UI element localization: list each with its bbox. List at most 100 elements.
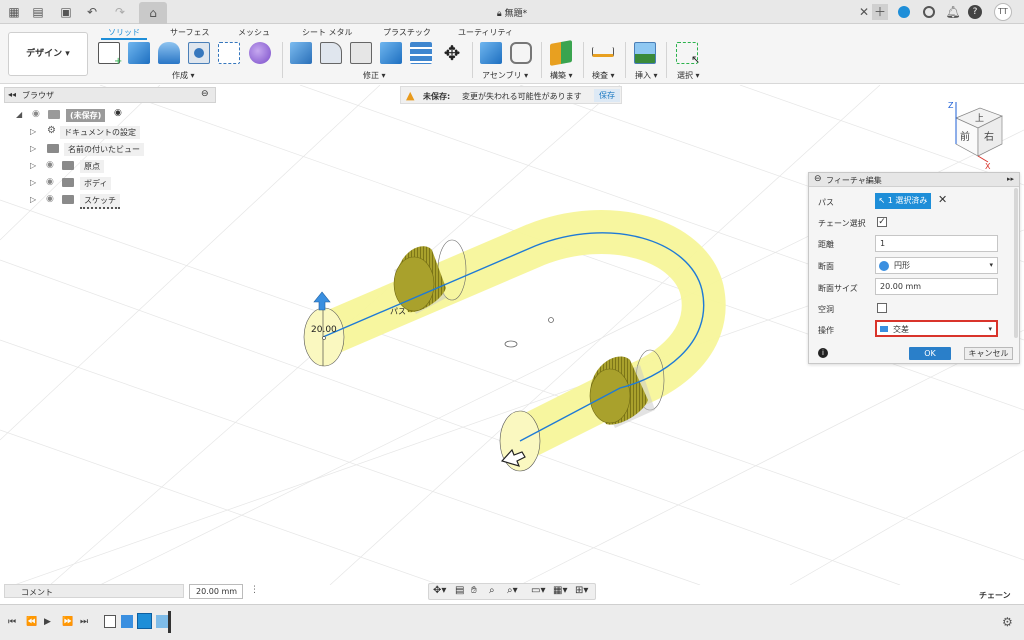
tab-plastic[interactable]: プラスチック: [383, 27, 431, 38]
dialog-header[interactable]: ⊖ フィーチャ編集 ▸▸: [809, 173, 1019, 187]
press-pull-icon[interactable]: [290, 42, 312, 64]
dialog-expand-icon[interactable]: ▸▸: [1007, 175, 1014, 183]
timeline-marker[interactable]: [168, 611, 171, 633]
distance-input[interactable]: 1: [875, 235, 998, 252]
browser-item-named-views[interactable]: ▷ 名前の付いたビュー: [30, 142, 230, 156]
warning-save-button[interactable]: 保存: [594, 89, 620, 102]
move-copy-icon[interactable]: ✥: [441, 42, 463, 64]
create-form-icon[interactable]: [249, 42, 271, 64]
tab-mesh[interactable]: メッシュ: [238, 27, 270, 38]
split-body-icon[interactable]: [410, 42, 432, 64]
select-group-label[interactable]: 選択 ▾: [677, 70, 700, 81]
visibility-eye-icon[interactable]: ◉: [32, 109, 44, 119]
expand-root-icon[interactable]: ◢: [16, 110, 22, 119]
ok-button[interactable]: OK: [909, 347, 951, 360]
insert-group-label[interactable]: 挿入 ▾: [635, 70, 658, 81]
tab-surface[interactable]: サーフェス: [170, 27, 210, 38]
help-icon[interactable]: ?: [968, 5, 982, 19]
expand-icon[interactable]: ▷: [30, 195, 36, 204]
clear-selection-icon[interactable]: ✕: [938, 193, 947, 206]
dimension-label[interactable]: 20.00: [311, 325, 337, 335]
orbit-icon[interactable]: ✥▾: [433, 585, 446, 596]
timeline-play-icon[interactable]: ▶: [44, 617, 51, 627]
extrude-icon[interactable]: [128, 42, 150, 64]
modify-group-label[interactable]: 修正 ▾: [363, 70, 386, 81]
origin-point-marker[interactable]: [548, 317, 554, 323]
tab-solid[interactable]: ソリッド: [108, 27, 140, 38]
timeline-next-icon[interactable]: ⏩: [62, 617, 73, 627]
timeline-intersect-feature-icon[interactable]: [156, 615, 168, 628]
revolve-icon[interactable]: [158, 42, 180, 64]
pipe-body[interactable]: [303, 210, 726, 472]
browser-item-origin[interactable]: ▷ ◉ 原点: [30, 159, 230, 173]
path-selection-button[interactable]: ↖ 1 選択済み: [875, 193, 931, 209]
operation-dropdown[interactable]: 交差 ▾: [875, 320, 998, 337]
path-start-point[interactable]: [322, 336, 326, 340]
browser-item-bodies[interactable]: ▷ ◉ ボディ: [30, 176, 230, 190]
new-tab-icon[interactable]: ＋: [872, 4, 888, 20]
timeline-start-icon[interactable]: ⏮: [8, 617, 16, 627]
chamfer-icon[interactable]: [350, 42, 372, 64]
workspace-switcher-button[interactable]: デザイン ▾: [8, 32, 88, 76]
collapse-browser-icon[interactable]: ◂◂: [8, 90, 16, 99]
timeline-previous-icon[interactable]: ⏪: [26, 617, 37, 627]
look-at-icon[interactable]: ▤: [455, 585, 464, 596]
visibility-eye-icon[interactable]: ◉: [46, 194, 58, 204]
new-component-icon[interactable]: [480, 42, 502, 64]
timeline-sweep-feature-icon[interactable]: [137, 613, 152, 629]
hollow-checkbox[interactable]: [877, 303, 887, 313]
view-cube[interactable]: Z X 上 前 右: [940, 96, 1020, 176]
timeline-extrude-feature-icon[interactable]: [121, 615, 133, 628]
info-icon[interactable]: i: [818, 348, 828, 358]
inspect-group-label[interactable]: 検査 ▾: [592, 70, 615, 81]
dialog-collapse-icon[interactable]: ⊖: [814, 174, 822, 184]
grid-settings-icon[interactable]: ▦▾: [553, 585, 567, 596]
timeline-sketch-feature-icon[interactable]: [104, 615, 116, 628]
notification-bell-icon[interactable]: 🔔︎: [945, 4, 961, 20]
viewports-icon[interactable]: ⊞▾: [575, 585, 588, 596]
tab-utilities[interactable]: ユーティリティ: [458, 27, 513, 38]
create-group-label[interactable]: 作成 ▾: [172, 70, 195, 81]
section-size-input[interactable]: 20.00 mm: [875, 278, 998, 295]
tab-sheet-metal[interactable]: シート メタル: [302, 27, 353, 38]
pattern-icon[interactable]: [218, 42, 240, 64]
insert-image-icon[interactable]: [634, 42, 656, 64]
assemble-group-label[interactable]: アセンブリ ▾: [482, 70, 528, 81]
expand-icon[interactable]: ▷: [30, 127, 36, 136]
zoom-window-icon[interactable]: ⌕▾: [507, 585, 518, 596]
timeline-settings-gear-icon[interactable]: ⚙: [1002, 615, 1013, 629]
chain-select-checkbox[interactable]: ✓: [877, 217, 887, 227]
close-tab-icon[interactable]: ✕: [856, 4, 872, 20]
expand-icon[interactable]: ▷: [30, 144, 36, 153]
center-marker[interactable]: [504, 340, 518, 348]
expand-icon[interactable]: ▷: [30, 178, 36, 187]
browser-item-sketches[interactable]: ▷ ◉ スケッチ: [30, 193, 230, 209]
offset-plane-icon[interactable]: [550, 40, 572, 66]
direction-arrow-up-icon[interactable]: [313, 291, 331, 311]
browser-header[interactable]: ◂◂ ブラウザ ⊖: [4, 87, 216, 103]
visibility-eye-icon[interactable]: ◉: [46, 177, 58, 187]
more-options-icon[interactable]: ⋮: [250, 585, 259, 595]
hole-icon[interactable]: [188, 42, 210, 64]
display-settings-icon[interactable]: ▭▾: [531, 585, 545, 596]
measure-icon[interactable]: [592, 47, 614, 57]
expand-icon[interactable]: ▷: [30, 161, 36, 170]
browser-item-document-settings[interactable]: ▷ ⚙ ドキュメントの設定: [30, 125, 230, 139]
comment-bar[interactable]: コメント: [4, 584, 184, 598]
zoom-icon[interactable]: ⌕: [489, 585, 495, 596]
active-radio-icon[interactable]: ◉: [114, 108, 122, 118]
dialog-scrollbar[interactable]: [1014, 188, 1018, 338]
cancel-button[interactable]: キャンセル: [964, 347, 1013, 360]
fillet-icon[interactable]: [320, 42, 342, 64]
timeline-end-icon[interactable]: ⏭: [80, 617, 88, 627]
user-avatar[interactable]: TT: [994, 3, 1012, 21]
extensions-icon[interactable]: [898, 6, 910, 18]
browser-menu-icon[interactable]: ⊖: [201, 89, 209, 99]
pan-hand-icon[interactable]: ✋︎: [471, 585, 477, 596]
section-dropdown[interactable]: 円形 ▾: [875, 257, 998, 274]
shell-icon[interactable]: [380, 42, 402, 64]
browser-root-item[interactable]: ◢ ◉ (未保存) ◉: [16, 108, 216, 122]
visibility-eye-icon[interactable]: ◉: [46, 160, 58, 170]
create-sketch-icon[interactable]: +: [98, 42, 122, 67]
select-icon[interactable]: ↖: [676, 42, 700, 66]
